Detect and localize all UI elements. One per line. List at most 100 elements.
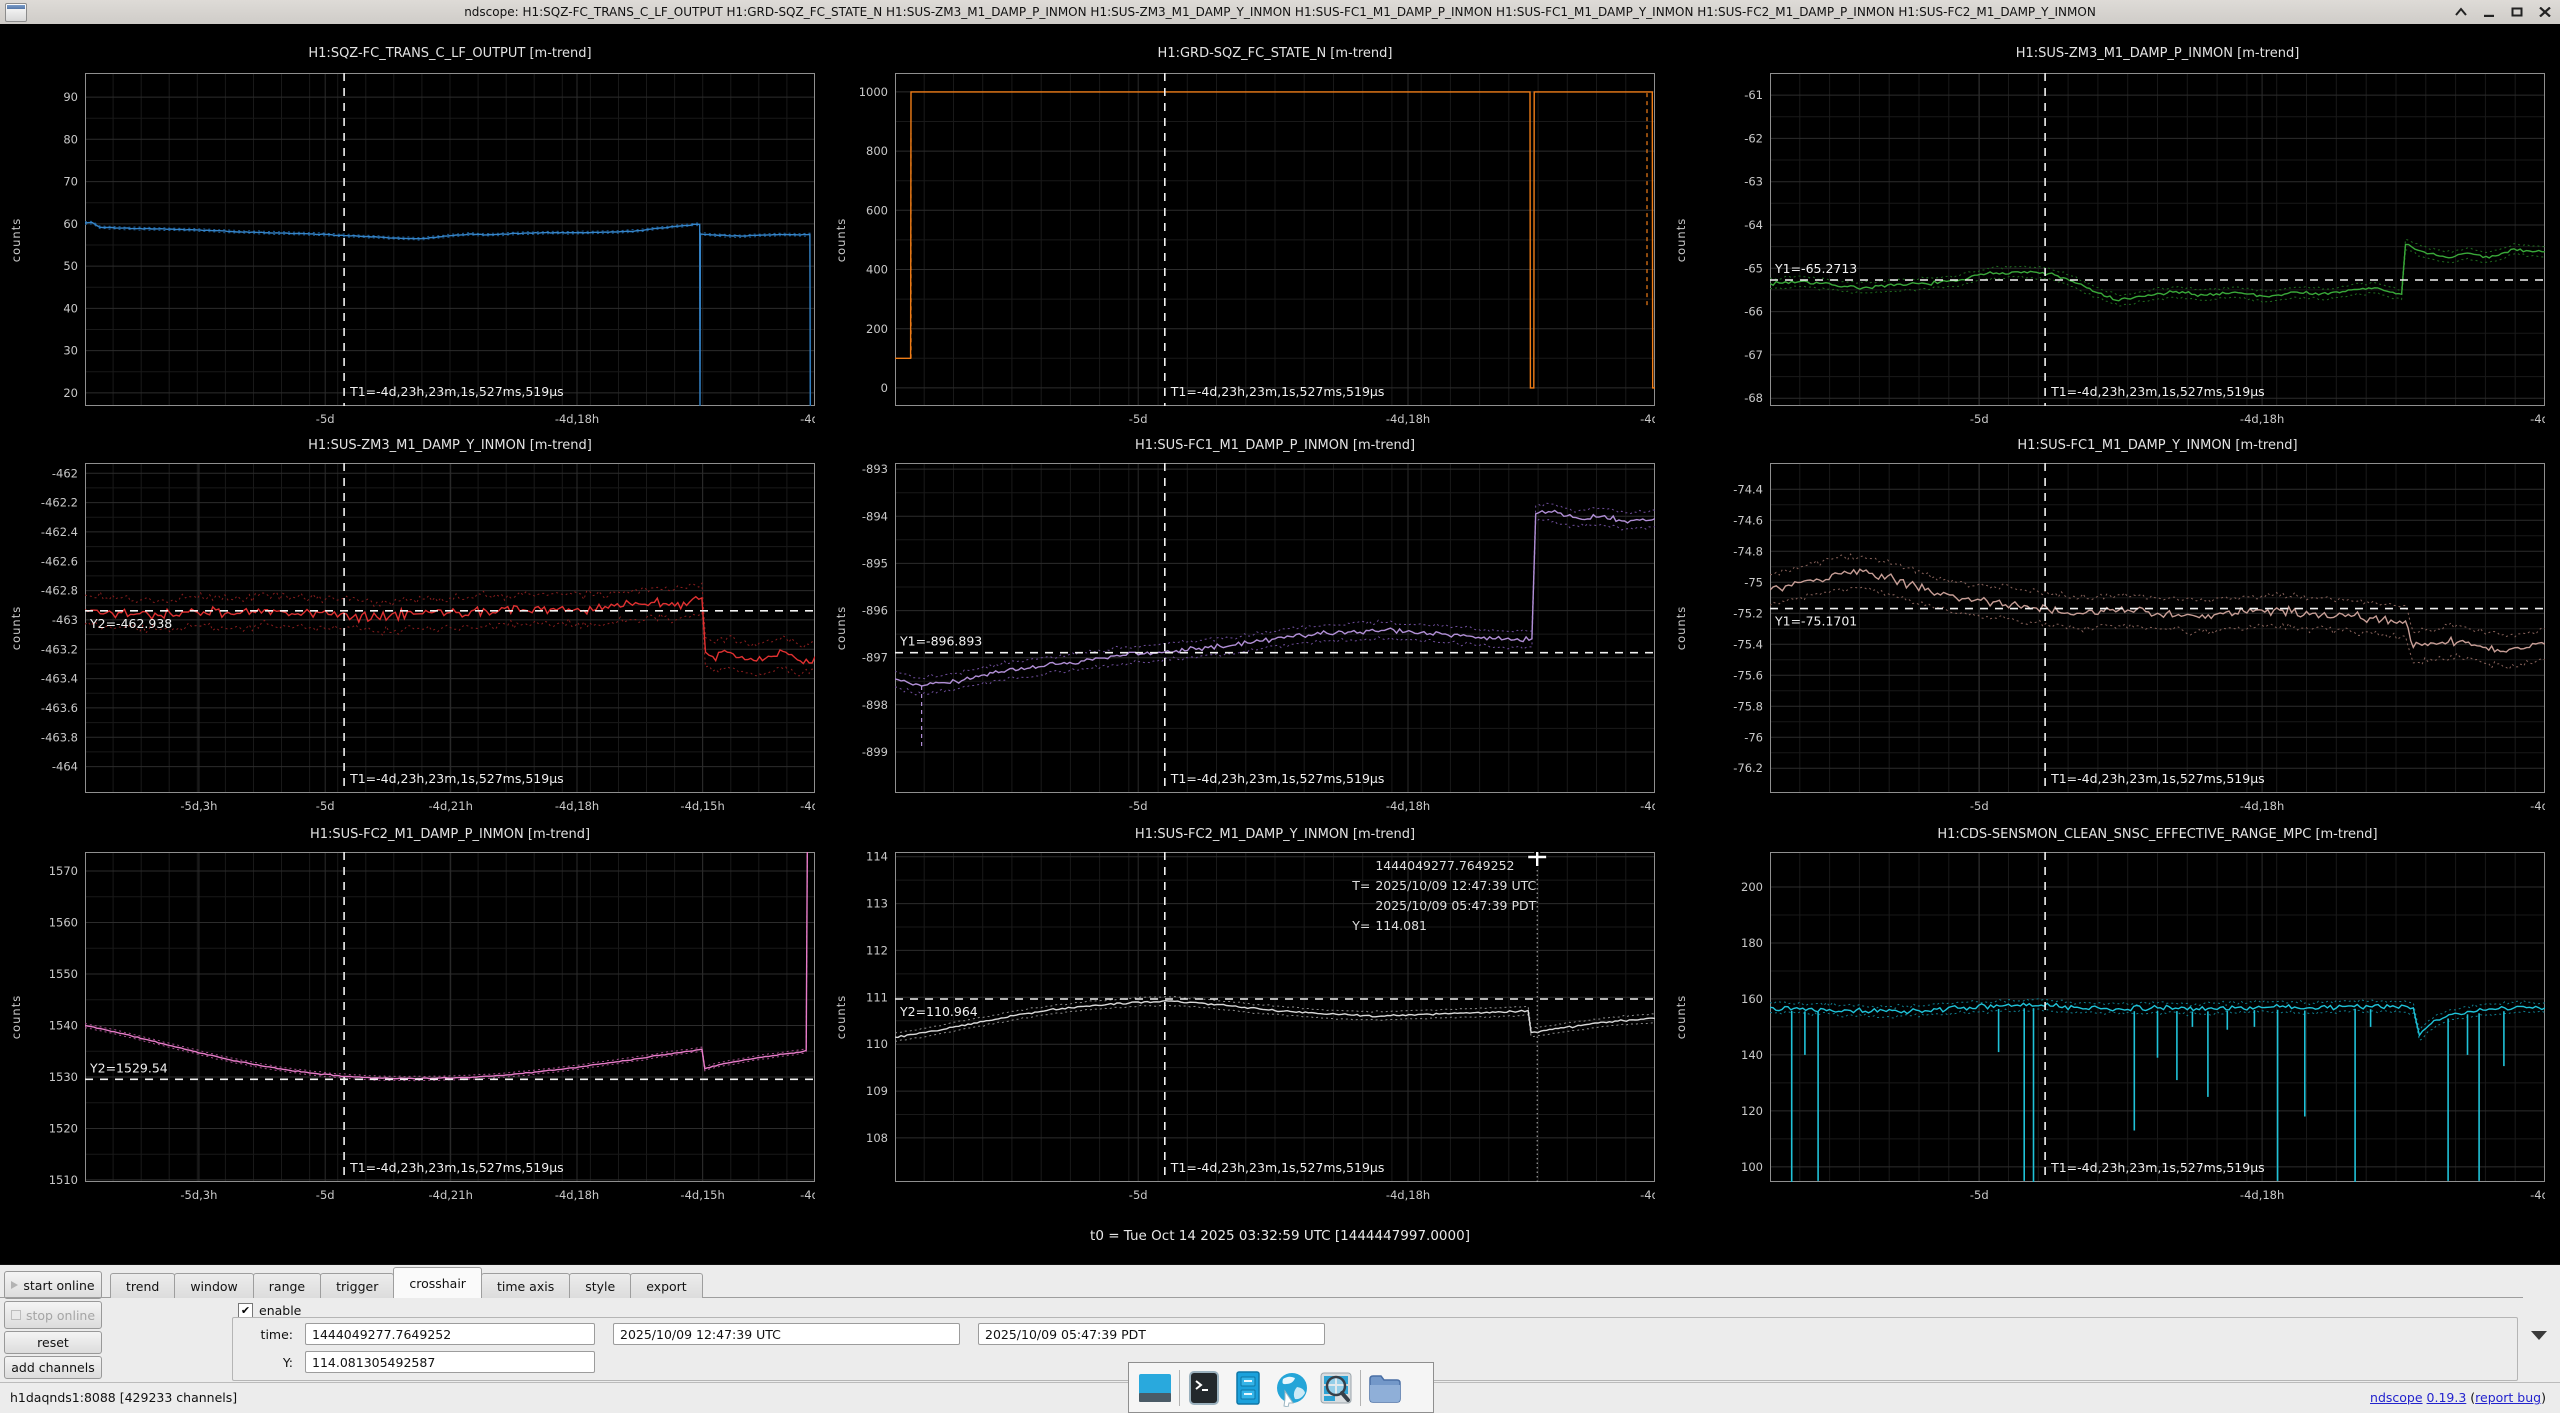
svg-text:-74.8: -74.8 xyxy=(1733,544,1763,558)
ndscope-window: ndscope: H1:SQZ-FC_TRANS_C_LF_OUTPUT H1:… xyxy=(0,0,2560,1413)
tab-crosshair[interactable]: crosshair xyxy=(393,1267,482,1298)
svg-text:T1=-4d,23h,23m,1s,527ms,519µs: T1=-4d,23h,23m,1s,527ms,519µs xyxy=(1170,384,1385,399)
version-links: ndscope 0.19.3 (report bug) xyxy=(2370,1390,2546,1405)
svg-text:T1=-4d,23h,23m,1s,527ms,519µs: T1=-4d,23h,23m,1s,527ms,519µs xyxy=(349,771,564,786)
reset-button[interactable]: reset xyxy=(4,1331,102,1354)
svg-text:-65: -65 xyxy=(1744,261,1763,275)
terminal-icon[interactable] xyxy=(1184,1367,1224,1409)
svg-text:-4d,1: -4d,1 xyxy=(2530,799,2545,813)
svg-text:-61: -61 xyxy=(1744,88,1763,102)
plot-canvas-8[interactable]: 200180160140120100-5d-4d,18h-4d,1T1=-4d,… xyxy=(1655,852,2545,1208)
svg-text:-5d,3h: -5d,3h xyxy=(180,1188,217,1202)
svg-text:-5d: -5d xyxy=(1970,1188,1989,1202)
plot-canvas-4[interactable]: -893-894-895-896-897-898-899-5d-4d,18h-4… xyxy=(815,463,1655,819)
plot-canvas-5[interactable]: -74.4-74.6-74.8-75-75.2-75.4-75.6-75.8-7… xyxy=(1655,463,2545,819)
svg-text:-463: -463 xyxy=(52,613,78,627)
window-icon[interactable] xyxy=(1135,1367,1175,1409)
svg-text:160: 160 xyxy=(1741,992,1763,1006)
shade-window-icon[interactable] xyxy=(2454,5,2468,19)
enable-checkbox[interactable]: ✔ xyxy=(238,1303,253,1318)
svg-text:30: 30 xyxy=(63,344,78,358)
y-value-field[interactable] xyxy=(305,1351,595,1373)
plot-canvas-7[interactable]: 114113112111110109108-5d-4d,18h-4d,1T1=-… xyxy=(815,852,1655,1208)
svg-text:111: 111 xyxy=(866,990,888,1004)
svg-text:114.081: 114.081 xyxy=(1375,918,1427,933)
svg-text:90: 90 xyxy=(63,90,78,104)
close-icon[interactable] xyxy=(2538,5,2552,19)
svg-text:-464: -464 xyxy=(52,760,78,774)
tab-window[interactable]: window xyxy=(174,1273,253,1298)
add-channels-button[interactable]: add channels xyxy=(4,1356,102,1379)
svg-text:-5d: -5d xyxy=(1129,1188,1148,1202)
svg-text:-896: -896 xyxy=(862,604,888,618)
plot-canvas-0[interactable]: 9080706050403020-5d-4d,18h-4d,1T1=-4d,23… xyxy=(0,73,815,432)
svg-text:-4d,18h: -4d,18h xyxy=(2240,1188,2284,1202)
plot-canvas-6[interactable]: 1570156015501540153015201510-5d,3h-5d-4d… xyxy=(0,852,815,1208)
start-online-button[interactable]: start online xyxy=(4,1271,102,1299)
svg-text:-4d,1: -4d,1 xyxy=(1640,412,1655,426)
tab-trend[interactable]: trend xyxy=(110,1273,175,1298)
svg-text:-4d,18h: -4d,18h xyxy=(1386,412,1430,426)
svg-text:-74.4: -74.4 xyxy=(1733,482,1763,496)
version-link[interactable]: 0.19.3 xyxy=(2427,1390,2467,1405)
maximize-icon[interactable] xyxy=(2510,5,2524,19)
plot-canvas-1[interactable]: 10008006004002000-5d-4d,18h-4d,1T1=-4d,2… xyxy=(815,73,1655,432)
svg-text:60: 60 xyxy=(63,217,78,231)
dock-separator xyxy=(1360,1370,1361,1406)
time-pdt-field[interactable] xyxy=(978,1323,1325,1345)
svg-text:T1=-4d,23h,23m,1s,527ms,519µs: T1=-4d,23h,23m,1s,527ms,519µs xyxy=(349,384,564,399)
time-utc-field[interactable] xyxy=(613,1323,960,1345)
svg-text:-74.6: -74.6 xyxy=(1733,513,1763,527)
svg-text:120: 120 xyxy=(1741,1104,1763,1118)
tab-trigger[interactable]: trigger xyxy=(320,1273,394,1298)
svg-text:-4d,18h: -4d,18h xyxy=(555,1188,599,1202)
svg-text:-899: -899 xyxy=(862,745,888,759)
svg-text:-4d,1: -4d,1 xyxy=(2530,1188,2545,1202)
app-icon xyxy=(5,3,27,22)
ndscope-link[interactable]: ndscope xyxy=(2370,1390,2423,1405)
svg-text:Y=: Y= xyxy=(1351,918,1370,933)
tab-range[interactable]: range xyxy=(253,1273,321,1298)
svg-text:-463.2: -463.2 xyxy=(41,642,78,656)
svg-text:1530: 1530 xyxy=(49,1070,78,1084)
stop-online-button[interactable]: stop online xyxy=(4,1301,102,1329)
svg-text:-462.8: -462.8 xyxy=(41,584,78,598)
svg-text:1540: 1540 xyxy=(49,1019,78,1033)
tab-style[interactable]: style xyxy=(569,1273,631,1298)
web-globe-icon[interactable] xyxy=(1272,1367,1312,1409)
svg-text:-5d: -5d xyxy=(1129,412,1148,426)
plot-region: H1:SQZ-FC_TRANS_C_LF_OUTPUT [m-trend]cou… xyxy=(0,24,2560,1264)
svg-text:-62: -62 xyxy=(1744,131,1763,145)
svg-text:-4d,15h: -4d,15h xyxy=(680,799,724,813)
tab-bar: trendwindowrangetriggercrosshairtime axi… xyxy=(110,1268,702,1298)
plot-canvas-3[interactable]: -462-462.2-462.4-462.6-462.8-463-463.2-4… xyxy=(0,463,815,819)
svg-text:-4d,21h: -4d,21h xyxy=(429,799,473,813)
tab-export[interactable]: export xyxy=(630,1273,703,1298)
time-gps-field[interactable] xyxy=(305,1323,595,1345)
svg-text:-462.4: -462.4 xyxy=(41,525,78,539)
svg-text:110: 110 xyxy=(866,1037,888,1051)
svg-text:-4d,1: -4d,1 xyxy=(800,1188,815,1202)
search-windows-icon[interactable] xyxy=(1316,1367,1356,1409)
plot-canvas-2[interactable]: -61-62-63-64-65-66-67-68-5d-4d,18h-4d,1T… xyxy=(1655,73,2545,432)
svg-text:-5d: -5d xyxy=(1970,412,1989,426)
svg-text:1570: 1570 xyxy=(49,864,78,878)
file-cabinet-icon[interactable] xyxy=(1228,1367,1268,1409)
folder-icon[interactable] xyxy=(1365,1367,1405,1409)
plot-title-7: H1:SUS-FC2_M1_DAMP_Y_INMON [m-trend] xyxy=(895,827,1655,842)
svg-text:-4d,18h: -4d,18h xyxy=(555,799,599,813)
report-bug-link[interactable]: report bug xyxy=(2475,1390,2541,1405)
svg-text:-462.2: -462.2 xyxy=(41,496,78,510)
svg-text:180: 180 xyxy=(1741,936,1763,950)
plot-title-0: H1:SQZ-FC_TRANS_C_LF_OUTPUT [m-trend] xyxy=(85,46,815,61)
svg-text:-4d,1: -4d,1 xyxy=(2530,412,2545,426)
tab-time-axis[interactable]: time axis xyxy=(481,1273,570,1298)
tab-overflow-arrow-icon[interactable] xyxy=(2531,1331,2547,1340)
svg-text:-4d,1: -4d,1 xyxy=(800,799,815,813)
y-label: Y: xyxy=(233,1355,293,1370)
dock-separator xyxy=(1179,1370,1180,1406)
svg-text:50: 50 xyxy=(63,259,78,273)
svg-text:-5d: -5d xyxy=(316,799,335,813)
minimize-icon[interactable] xyxy=(2482,5,2496,19)
svg-text:108: 108 xyxy=(866,1131,888,1145)
